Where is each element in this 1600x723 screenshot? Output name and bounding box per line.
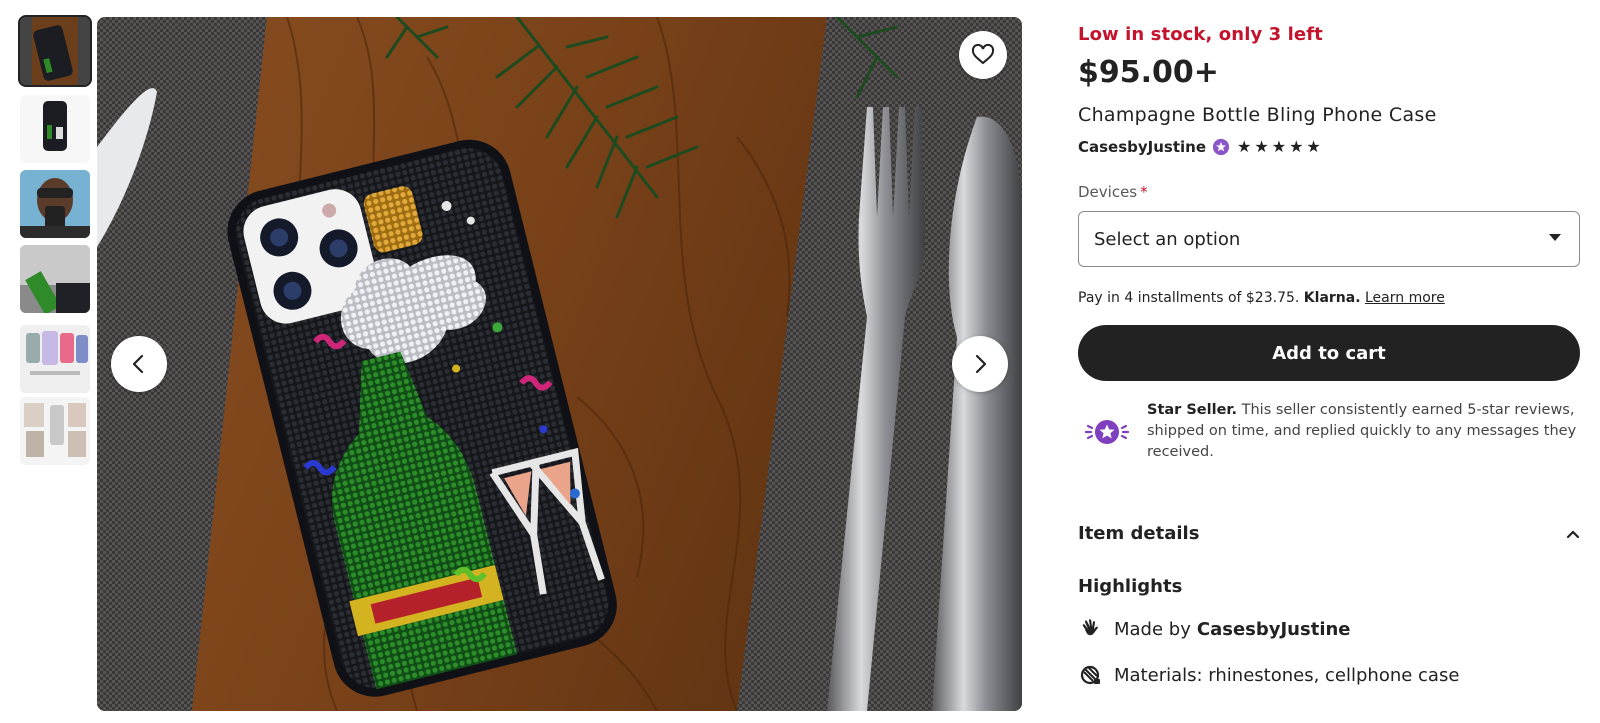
learn-more-link[interactable]: Learn more <box>1365 290 1445 306</box>
klarna-installments: Pay in 4 installments of $23.75. Klarna.… <box>1078 290 1445 306</box>
made-by-row: Made by CasesbyJustine <box>1078 616 1351 642</box>
klarna-brand: Klarna. <box>1303 290 1361 306</box>
star-seller-badge-icon <box>1212 138 1230 156</box>
add-to-cart-button[interactable]: Add to cart <box>1078 325 1580 381</box>
star-icon: ★ <box>1271 137 1287 156</box>
favorite-button[interactable] <box>959 31 1007 79</box>
hand-wave-icon <box>1078 616 1104 642</box>
chevron-right-icon <box>975 354 987 374</box>
thumbnail-2[interactable] <box>20 95 90 163</box>
highlights-heading: Highlights <box>1078 576 1183 597</box>
required-marker: * <box>1140 183 1148 201</box>
main-product-image <box>97 17 1022 711</box>
made-by-shop-link[interactable]: CasesbyJustine <box>1197 619 1351 640</box>
thumbnail-1[interactable] <box>18 15 92 87</box>
item-details-toggle[interactable]: Item details <box>1078 523 1580 544</box>
rating-stars[interactable]: ★ ★ ★ ★ ★ <box>1237 139 1321 155</box>
chevron-left-icon <box>132 354 144 374</box>
star-seller-icon <box>1084 420 1130 444</box>
devices-label-text: Devices <box>1078 183 1138 201</box>
star-icon: ★ <box>1289 137 1304 156</box>
materials-text: Materials: rhinestones, cellphone case <box>1114 664 1460 686</box>
star-seller-text: Star Seller. This seller consistently ea… <box>1147 400 1580 463</box>
item-details-title: Item details <box>1078 523 1200 544</box>
heart-outline-icon <box>971 43 995 65</box>
star-icon: ★ <box>1237 137 1252 156</box>
devices-label: Devices * <box>1078 183 1148 201</box>
devices-select[interactable]: Select an option <box>1078 211 1580 267</box>
stock-notice: Low in stock, only 3 left <box>1078 24 1323 45</box>
thumbnail-4[interactable] <box>20 245 90 313</box>
star-icon: ★ <box>1306 137 1321 156</box>
thumbnail-3[interactable] <box>20 170 90 238</box>
product-title: Champagne Bottle Bling Phone Case <box>1078 104 1437 126</box>
devices-select-value: Select an option <box>1094 228 1241 250</box>
chevron-up-icon <box>1566 530 1580 538</box>
star-icon: ★ <box>1254 137 1269 156</box>
seller-row: CasesbyJustine ★ ★ ★ ★ ★ <box>1078 138 1321 156</box>
thumbnail-6[interactable] <box>20 397 90 465</box>
next-image-button[interactable] <box>952 336 1008 392</box>
price: $95.00+ <box>1078 55 1219 90</box>
made-by-label: Made by <box>1114 618 1191 640</box>
materials-icon <box>1078 662 1104 688</box>
previous-image-button[interactable] <box>111 336 167 392</box>
seller-name-link[interactable]: CasesbyJustine <box>1078 138 1206 156</box>
thumbnail-5[interactable] <box>20 325 90 393</box>
materials-row: Materials: rhinestones, cellphone case <box>1078 662 1459 688</box>
star-seller-title: Star Seller. <box>1147 402 1238 418</box>
installments-text: Pay in 4 installments of $23.75. <box>1078 290 1300 306</box>
caret-down-icon <box>1549 234 1561 241</box>
